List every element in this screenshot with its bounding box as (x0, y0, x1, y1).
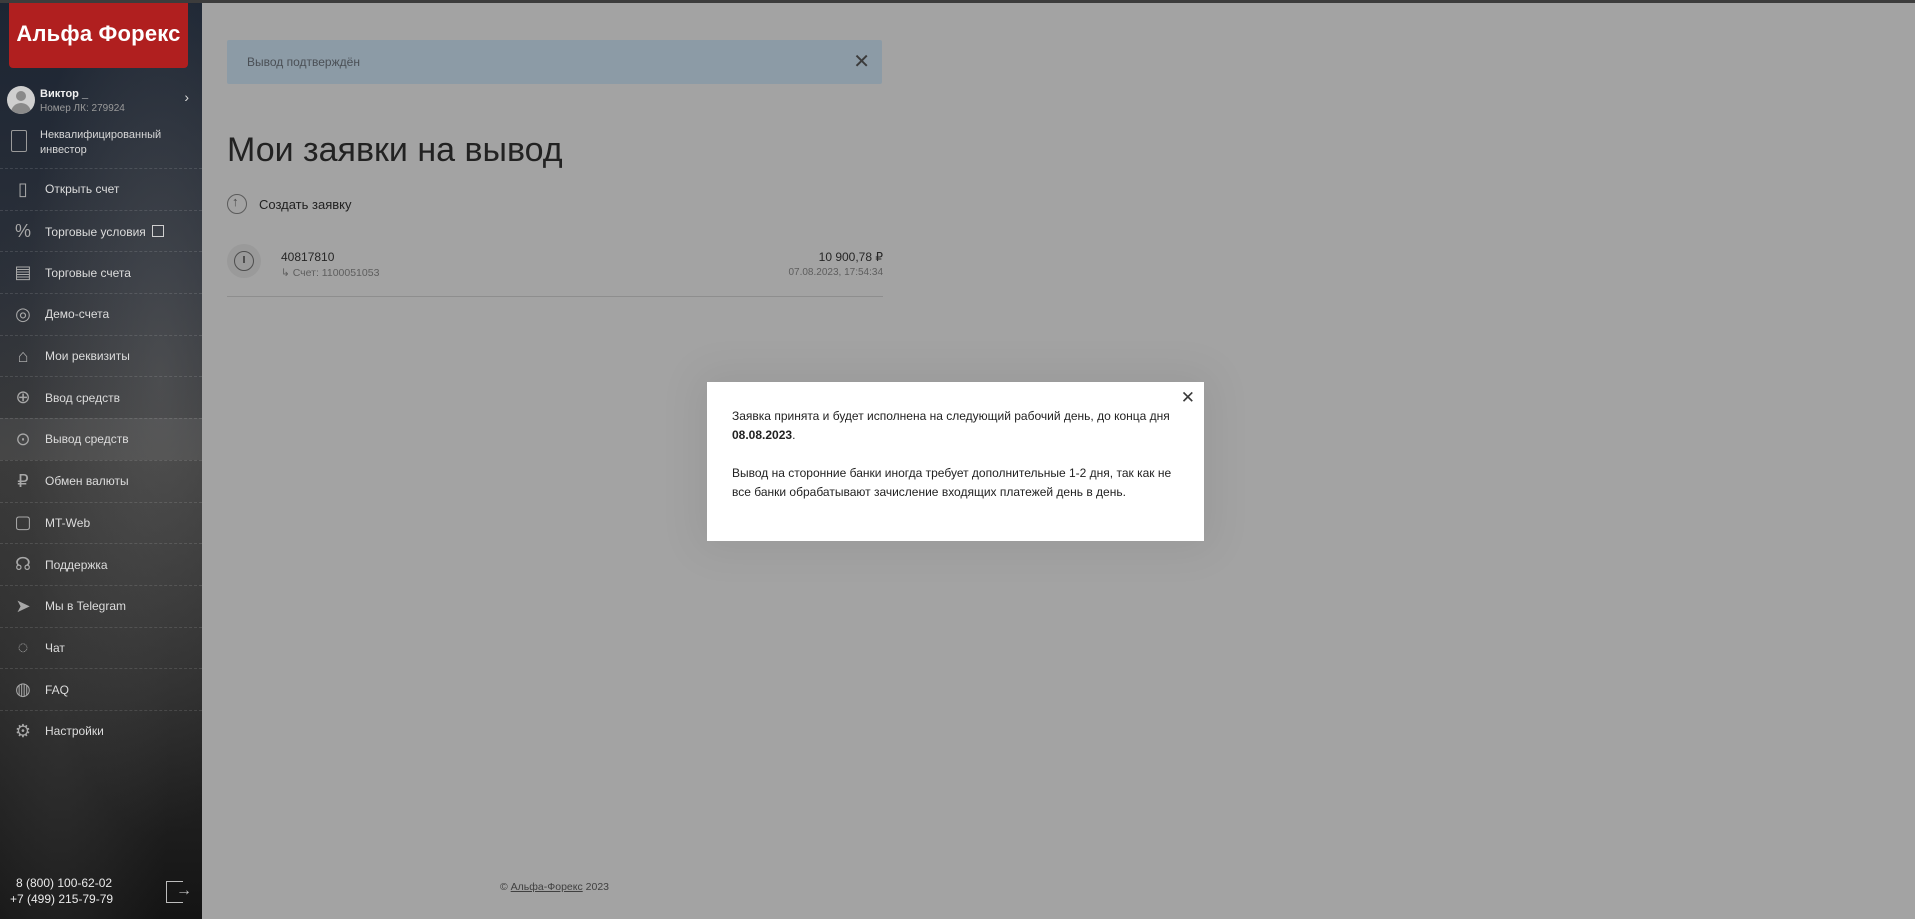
logo[interactable]: Альфа Форекс (9, 0, 188, 68)
sidebar-item-label: Открыть счет (45, 182, 120, 197)
sidebar-item-telegram[interactable]: ➤ Мы в Telegram (0, 584, 202, 627)
bank-icon: ⌂ (17, 345, 29, 366)
sidebar-item-label: Торговые счета (45, 265, 131, 280)
sidebar-item-exchange[interactable]: ₽ Обмен валюты (0, 459, 202, 502)
sidebar-item-label: Чат (45, 640, 65, 655)
sidebar-item-support[interactable]: ☊ Поддержка (0, 543, 202, 585)
sidebar-item-label: Демо-счета (45, 307, 110, 322)
user-name: Виктор _ (40, 88, 89, 100)
sidebar-item-deposit[interactable]: ⊕ Ввод средств (0, 376, 202, 418)
footer: © Альфа-Форекс 2023 (500, 881, 609, 893)
investor-status-label: Неквалифицированный инвестор (40, 129, 162, 156)
user-account-number: Номер ЛК: 279924 (40, 103, 125, 114)
phone-number[interactable]: 8 (800) 100-62-02 (10, 875, 113, 891)
sidebar-item-label: Мои реквизиты (45, 349, 130, 364)
sidebar-item-label: Мы в Telegram (45, 599, 127, 614)
telegram-icon: ➤ (15, 595, 31, 616)
chevron-right-icon[interactable]: › (184, 89, 189, 105)
footer-year: 2023 (585, 881, 609, 893)
sidebar-item-settings[interactable]: ⚙ Настройки (0, 709, 202, 752)
trading-accounts-icon: ▤ (14, 262, 32, 283)
faq-icon: ◍ (15, 679, 31, 700)
sidebar-item-chat[interactable]: ◌ Чат (0, 626, 202, 669)
logo-text: Альфа Форекс (16, 21, 181, 46)
gamepad-icon: ◎ (15, 303, 31, 324)
info-modal: ✕ Заявка принята и будет исполнена на сл… (707, 382, 1204, 541)
request-amount: 10 900,78 ₽ (818, 250, 883, 264)
mt-web-icon: ▢ (14, 512, 32, 533)
sidebar-item-requisites[interactable]: ⌂ Мои реквизиты (0, 334, 202, 377)
success-alert: Вывод подтверждён ✕ (227, 40, 882, 84)
modal-text: Заявка принята и будет исполнена на след… (732, 407, 1182, 521)
sidebar-item-label: FAQ (45, 682, 70, 697)
headset-icon: ☊ (15, 554, 31, 575)
top-border (0, 0, 1915, 3)
chat-icon: ◌ (17, 637, 29, 658)
settings-icon: ⚙ (14, 720, 32, 741)
deposit-icon: ⊕ (15, 387, 31, 408)
sidebar-item-label: Обмен валюты (45, 474, 129, 489)
investor-status[interactable]: Неквалифицированный инвестор (7, 126, 197, 164)
create-request-label: Создать заявку (259, 196, 352, 212)
withdraw-icon: ⊙ (15, 428, 31, 449)
sidebar: Альфа Форекс Виктор _ Номер ЛК: 279924 ›… (0, 0, 202, 919)
create-request-button[interactable]: Создать заявку (227, 192, 352, 216)
alert-text: Вывод подтверждён (247, 55, 360, 69)
logout-arrow-icon[interactable]: → (176, 882, 192, 900)
document-icon (11, 130, 27, 152)
exchange-icon: ₽ (17, 470, 29, 491)
sidebar-item-open-account[interactable]: ▯ Открыть счет (0, 168, 202, 210)
percent-icon: % (14, 220, 31, 241)
sidebar-item-demo-accounts[interactable]: ◎ Демо-счета (0, 293, 202, 335)
copyright-symbol: © (500, 881, 508, 893)
support-phones: 8 (800) 100-62-02 +7 (499) 215-79-79 (10, 875, 113, 907)
external-link-icon (151, 224, 164, 237)
sidebar-item-trading-conditions[interactable]: % Торговые условия (0, 209, 202, 252)
sidebar-item-label: Торговые условия (45, 224, 164, 239)
open-account-icon: ▯ (18, 178, 28, 199)
phone-number[interactable]: +7 (499) 215-79-79 (10, 891, 113, 907)
sidebar-item-label: Настройки (45, 724, 104, 739)
sidebar-item-label: Поддержка (45, 557, 108, 572)
page-title: Мои заявки на вывод (227, 131, 563, 169)
company-link[interactable]: Альфа-Форекс (511, 881, 583, 893)
avatar (7, 86, 35, 114)
request-account: ↳ Счет: 1100051053 (281, 267, 380, 279)
sidebar-item-label: MT-Web (45, 515, 91, 530)
request-number: 40817810 (281, 250, 335, 264)
modal-paragraph-2: Вывод на сторонние банки иногда требует … (732, 466, 1172, 499)
stopwatch-icon (227, 244, 261, 278)
modal-paragraph-1: Заявка принята и будет исполнена на след… (732, 409, 1170, 442)
user-profile[interactable]: Виктор _ Номер ЛК: 279924 › (7, 85, 197, 119)
sidebar-item-mt-web[interactable]: ▢ MT-Web (0, 501, 202, 544)
sidebar-item-label: Вывод средств (45, 432, 129, 447)
close-icon[interactable]: ✕ (1181, 388, 1195, 408)
sidebar-item-withdraw[interactable]: ⊙ Вывод средств (0, 418, 202, 460)
modal-deadline-date: 08.08.2023 (732, 428, 793, 442)
sidebar-item-faq[interactable]: ◍ FAQ (0, 668, 202, 710)
list-item[interactable]: 40817810 ↳ Счет: 1100051053 10 900,78 ₽ … (227, 240, 883, 297)
sidebar-menu: ▯ Открыть счет % Торговые условия ▤ Торг… (0, 168, 202, 752)
upload-icon (227, 194, 247, 214)
sidebar-item-label: Ввод средств (45, 390, 120, 405)
close-icon[interactable]: ✕ (853, 49, 870, 74)
sidebar-item-trading-accounts[interactable]: ▤ Торговые счета (0, 251, 202, 293)
request-datetime: 07.08.2023, 17:54:34 (788, 267, 883, 278)
